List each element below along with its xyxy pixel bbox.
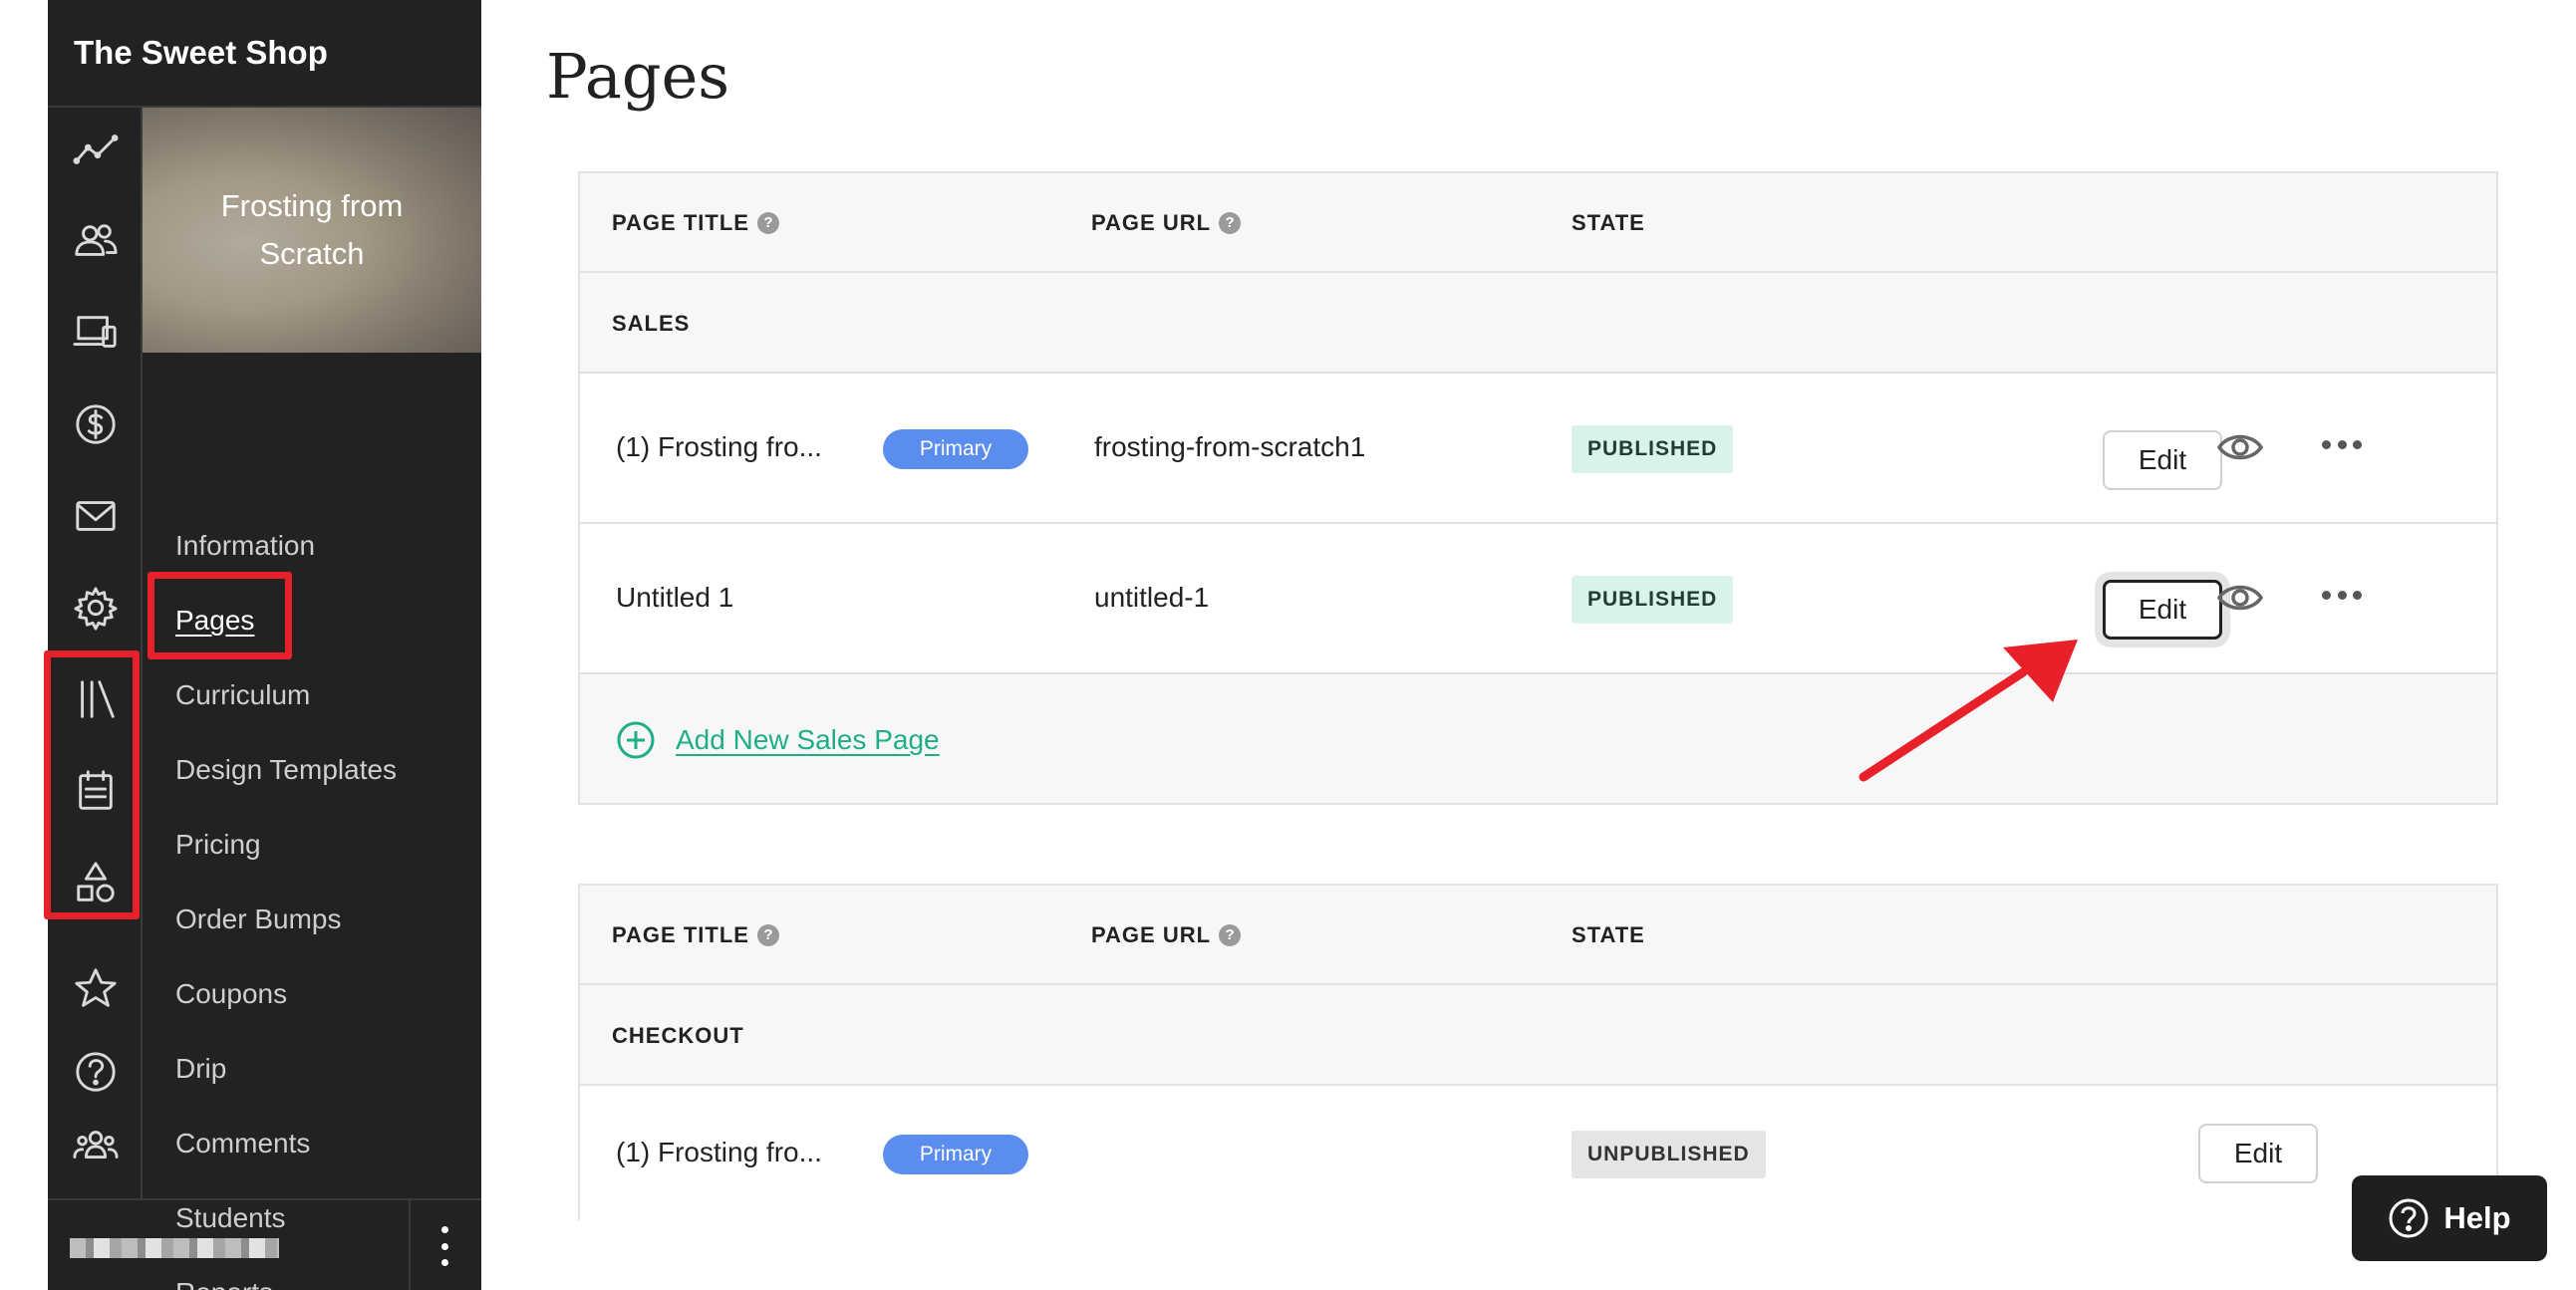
page-url-cell: frosting-from-scratch1	[1094, 431, 1366, 462]
nav-item-information[interactable]: Information	[175, 530, 315, 562]
nav-highlight-box	[147, 572, 292, 659]
table-header: PAGE TITLE? PAGE URL? STATE	[580, 173, 2496, 273]
status-badge: UNPUBLISHED	[1572, 1131, 1766, 1178]
col-page-title: PAGE TITLE?	[612, 210, 779, 236]
dollar-icon[interactable]	[48, 385, 143, 464]
analytics-icon[interactable]	[48, 110, 143, 189]
help-question-icon	[2389, 1198, 2429, 1238]
sidebar: The Sweet Shop Frosting from Scratch Inf…	[44, 0, 481, 1290]
table-row: (1) Frosting fro... Primary frosting-fro…	[580, 374, 2496, 524]
sidebar-footer	[48, 1198, 481, 1290]
nav-item-pricing[interactable]: Pricing	[175, 829, 261, 861]
section-header: CHECKOUT	[580, 985, 2496, 1086]
users-icon[interactable]	[48, 201, 143, 281]
footer-more-icon[interactable]	[434, 1226, 454, 1266]
col-page-url: PAGE URL?	[1091, 922, 1242, 948]
add-new-sales-page-link[interactable]: Add New Sales Page	[616, 720, 940, 760]
preview-eye-icon[interactable]	[2216, 578, 2264, 618]
sales-pages-table: PAGE TITLE? PAGE URL? STATE SALES (1) Fr…	[578, 171, 2498, 805]
page-title: Pages	[546, 40, 730, 113]
section-label-checkout: CHECKOUT	[612, 1023, 744, 1048]
table-row: (1) Frosting fro... Primary UNPUBLISHED …	[580, 1086, 2496, 1220]
col-page-title: PAGE TITLE?	[612, 922, 779, 948]
footer-divider	[409, 1200, 411, 1290]
nav-item-curriculum[interactable]: Curriculum	[175, 679, 310, 711]
nav-item-order-bumps[interactable]: Order Bumps	[175, 903, 342, 935]
community-icon[interactable]	[48, 1106, 143, 1185]
help-circle-icon[interactable]: ?	[756, 924, 779, 946]
table-row: Untitled 1 untitled-1 PUBLISHED Edit	[580, 524, 2496, 674]
edit-button[interactable]: Edit	[2103, 580, 2222, 640]
col-page-url: PAGE URL?	[1091, 210, 1242, 236]
section-header: SALES	[580, 273, 2496, 374]
col-state: STATE	[1572, 210, 1645, 235]
left-gutter	[0, 0, 48, 1290]
status-badge: PUBLISHED	[1572, 576, 1734, 624]
devices-icon[interactable]	[48, 293, 143, 373]
section-label-sales: SALES	[612, 311, 691, 336]
mail-icon[interactable]	[48, 476, 143, 556]
status-badge: PUBLISHED	[1572, 425, 1734, 473]
add-circle-icon	[616, 720, 656, 760]
help-circle-icon[interactable]: ?	[1219, 212, 1242, 234]
page-url-cell: untitled-1	[1094, 582, 1210, 613]
icon-rail	[44, 108, 143, 1198]
help-circle-icon[interactable]: ?	[756, 212, 779, 234]
gear-icon[interactable]	[48, 568, 143, 647]
table-header: PAGE TITLE? PAGE URL? STATE	[580, 886, 2496, 985]
star-icon[interactable]	[48, 948, 143, 1028]
page-title-cell[interactable]: Untitled 1	[616, 582, 733, 614]
course-panel: Frosting from Scratch Information Pages …	[143, 108, 481, 1290]
preview-eye-icon[interactable]	[2216, 427, 2264, 467]
nav-item-coupons[interactable]: Coupons	[175, 978, 287, 1010]
edit-button[interactable]: Edit	[2198, 1124, 2318, 1183]
help-circle-icon[interactable]: ?	[1219, 924, 1242, 946]
edit-button[interactable]: Edit	[2103, 430, 2222, 490]
course-title[interactable]: Frosting from Scratch	[143, 108, 481, 353]
more-options-icon[interactable]	[2322, 591, 2362, 603]
more-options-icon[interactable]	[2322, 440, 2362, 452]
page-title-cell[interactable]: (1) Frosting fro...	[616, 431, 822, 463]
user-name-redacted[interactable]	[70, 1238, 279, 1258]
checkout-pages-table: PAGE TITLE? PAGE URL? STATE CHECKOUT (1)…	[578, 884, 2498, 1220]
brand-title[interactable]: The Sweet Shop	[48, 0, 481, 108]
annotation-arrow	[1859, 640, 2078, 782]
col-state: STATE	[1572, 922, 1645, 947]
nav-item-comments[interactable]: Comments	[175, 1128, 310, 1160]
help-button[interactable]: Help	[2352, 1175, 2547, 1261]
nav-item-design-templates[interactable]: Design Templates	[175, 754, 397, 786]
rail-highlight-box	[44, 650, 140, 919]
add-row: Add New Sales Page	[580, 674, 2496, 805]
primary-badge: Primary	[883, 1135, 1028, 1174]
nav-item-drip[interactable]: Drip	[175, 1053, 226, 1085]
page-title-cell[interactable]: (1) Frosting fro...	[616, 1137, 822, 1168]
primary-badge: Primary	[883, 429, 1028, 469]
question-icon[interactable]	[48, 1032, 143, 1112]
